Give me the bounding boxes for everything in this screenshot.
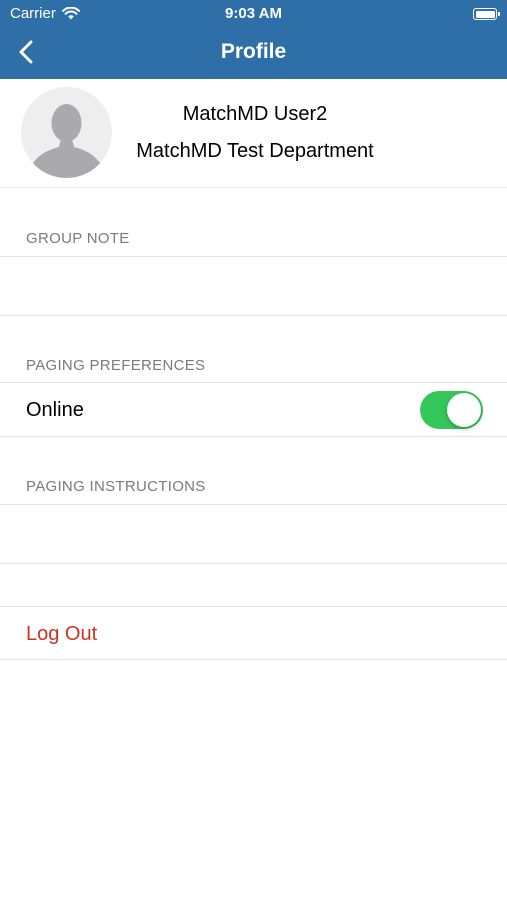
user-department: MatchMD Test Department bbox=[136, 140, 374, 162]
battery-icon bbox=[473, 8, 500, 20]
paging-preferences-header: PAGING PREFERENCES bbox=[26, 357, 206, 374]
online-label: Online bbox=[26, 399, 84, 421]
divider bbox=[0, 436, 507, 437]
divider bbox=[0, 382, 507, 383]
page-title: Profile bbox=[220, 40, 287, 63]
status-time: 9:03 AM bbox=[225, 5, 282, 22]
logout-button[interactable]: Log Out bbox=[26, 623, 97, 646]
profile-header: MatchMD User2 MatchMD Test Department bbox=[0, 79, 507, 188]
divider bbox=[0, 256, 507, 257]
divider bbox=[0, 563, 507, 564]
person-silhouette-icon bbox=[21, 87, 112, 178]
user-name: MatchMD User2 bbox=[182, 103, 328, 125]
divider bbox=[0, 504, 507, 505]
paging-instructions-header: PAGING INSTRUCTIONS bbox=[26, 478, 206, 495]
avatar bbox=[21, 87, 112, 178]
toggle-knob bbox=[447, 393, 481, 427]
divider bbox=[0, 659, 507, 660]
divider bbox=[0, 606, 507, 607]
divider bbox=[0, 315, 507, 316]
online-toggle[interactable] bbox=[420, 391, 483, 429]
group-note-header: GROUP NOTE bbox=[26, 230, 130, 247]
top-bar: Carrier 9:03 AM Profile bbox=[0, 0, 507, 79]
status-bar: Carrier 9:03 AM bbox=[0, 0, 507, 28]
navigation-bar: Profile bbox=[0, 28, 507, 79]
